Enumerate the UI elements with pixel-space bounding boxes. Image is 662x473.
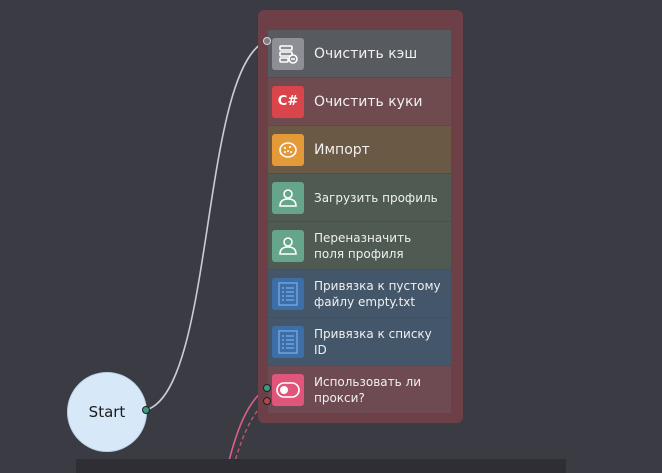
action-item-label: Привязка к пустому файлу empty.txt [314, 278, 441, 309]
action-item-3[interactable]: Импорт [268, 126, 451, 173]
start-output-port[interactable] [142, 406, 150, 414]
csharp-icon-text: C# [277, 94, 299, 109]
action-item-4[interactable]: Загрузить профиль [268, 174, 451, 221]
list-icon [272, 325, 304, 358]
csharp-icon: C# [272, 85, 304, 118]
start-to-clear-cache-wire [145, 40, 267, 411]
action-item-8[interactable]: Использовать ли прокси? [268, 366, 451, 413]
user-icon [272, 181, 304, 214]
action-item-5[interactable]: Переназначить поля профиля [268, 222, 451, 269]
cookie-icon [272, 133, 304, 166]
action-item-label: Очистить куки [314, 93, 423, 110]
cache-clear-icon [272, 37, 304, 70]
action-item-2[interactable]: C# Очистить куки [268, 78, 451, 125]
action-list: Очистить кэш C# Очистить куки Импорт Загрузи… [268, 30, 451, 414]
start-node[interactable]: Start [67, 372, 147, 452]
action-item-label: Использовать ли прокси? [314, 374, 421, 405]
action-item-label: Очистить кэш [314, 45, 418, 62]
proxy-no-port[interactable] [263, 397, 271, 405]
action-item-6[interactable]: Привязка к пустому файлу empty.txt [268, 270, 451, 317]
action-item-label: Привязка к списку ID [314, 326, 432, 357]
action-item-label: Переназначить поля профиля [314, 230, 412, 261]
action-item-1[interactable]: Очистить кэш [268, 30, 451, 77]
toggle-icon [272, 373, 304, 406]
proxy-yes-port[interactable] [263, 384, 271, 392]
user-icon [272, 229, 304, 262]
action-item-7[interactable]: Привязка к списку ID [268, 318, 451, 365]
action-item-label: Загрузить профиль [314, 190, 438, 205]
bottom-panel [76, 459, 566, 473]
start-label: Start [88, 403, 126, 421]
action-item-label: Импорт [314, 141, 370, 158]
list-icon [272, 277, 304, 310]
group-input-port[interactable] [263, 37, 271, 45]
workflow-canvas[interactable]: Очистить кэш C# Очистить куки Импорт Загрузи… [0, 0, 662, 473]
